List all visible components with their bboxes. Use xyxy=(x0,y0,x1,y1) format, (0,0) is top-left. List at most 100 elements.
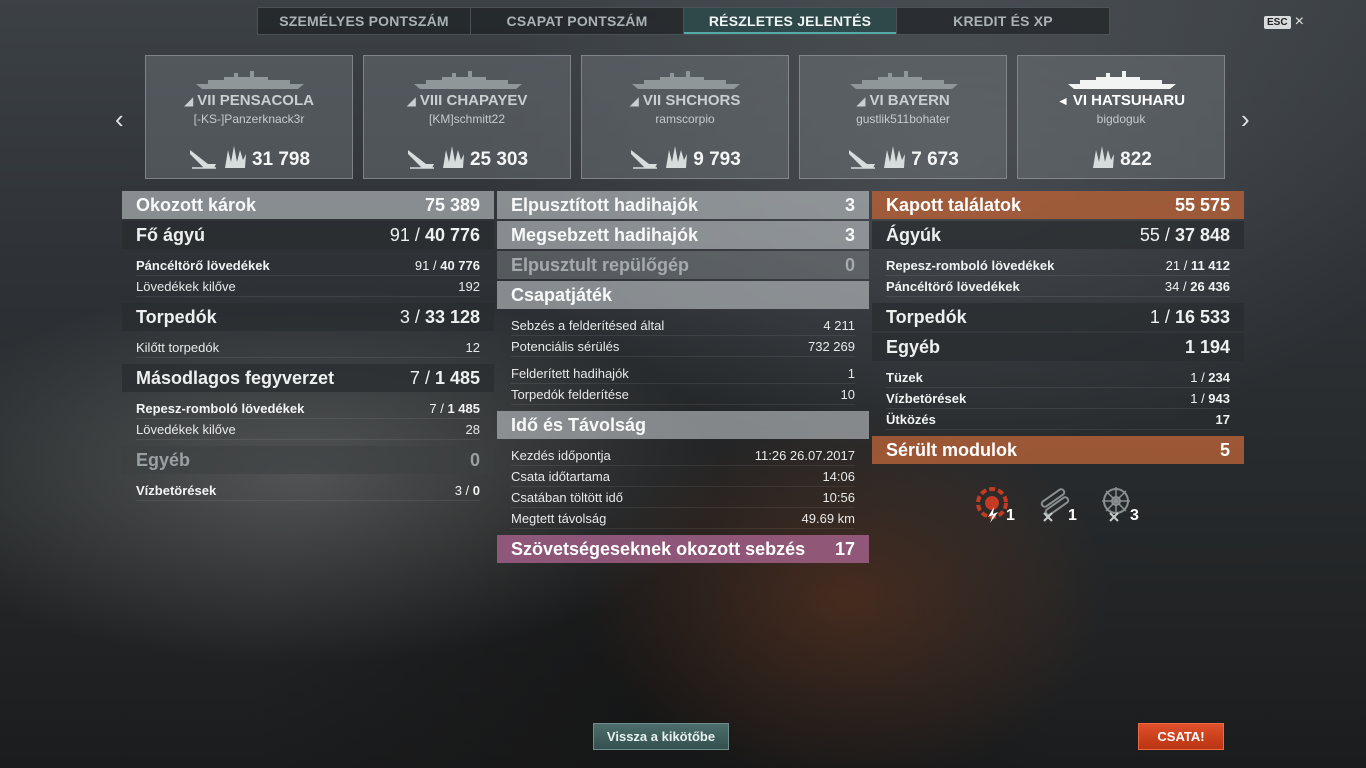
close-icon[interactable]: × xyxy=(1295,13,1304,31)
ship-destroyed-icon xyxy=(847,144,877,175)
ship-card[interactable]: ◢ VII PENSACOLA [-KS-]Panzerknack3r 31 798 xyxy=(145,55,353,179)
ship-silhouette-icon xyxy=(412,68,524,90)
tab-credits-xp[interactable]: KREDIT ÉS XP xyxy=(897,8,1109,34)
hits-received-value: 55 575 xyxy=(1174,194,1230,215)
damage-icon xyxy=(663,144,689,175)
damage-icon xyxy=(881,144,907,175)
other-received-header: Egyéb 1 194 xyxy=(872,333,1244,361)
tab-personal-score[interactable]: SZEMÉLYES PONTSZÁM xyxy=(258,8,471,34)
prev-arrow-icon[interactable]: ‹ xyxy=(115,104,124,135)
ship-destroyed-icon xyxy=(629,144,659,175)
player-name: bigdoguk xyxy=(1096,112,1146,126)
other-value: 0 xyxy=(469,449,480,470)
ship-class-icon: ◢ xyxy=(406,94,416,108)
damage-icon xyxy=(1090,144,1116,175)
secondary-label: Másodlagos fegyverzet xyxy=(136,367,335,388)
ship-card[interactable]: ◢ VIII CHAPAYEV [KM]schmitt22 25 303 xyxy=(363,55,571,179)
damage-row: 822 xyxy=(1018,144,1224,175)
ship-name: ◢ VIII CHAPAYEV xyxy=(364,92,570,109)
damage-value: 7 673 xyxy=(911,148,959,170)
ship-card[interactable]: ◢ VII SHCHORS ramscorpio 9 793 xyxy=(581,55,789,179)
list-item: Repesz-romboló lövedékek 7 / 1 485 xyxy=(136,398,480,419)
ship-tier-name: VII PENSACOLA xyxy=(197,92,314,109)
list-item: Páncéltörő lövedékek 34 / 26 436 xyxy=(886,276,1230,297)
time-rows: Kezdés időpontja 11:26 26.07.2017 Csata i… xyxy=(497,441,869,535)
secondary-value: 7 / 1 485 xyxy=(409,367,480,388)
ship-tier-name: VI HATSUHARU xyxy=(1072,92,1186,109)
kills-panel: Elpusztított hadihajók 3 Megsebzett hadi… xyxy=(497,191,869,565)
list-item: Kezdés időpontja 11:26 26.07.2017 xyxy=(511,445,855,466)
ship-class-icon: ◢ xyxy=(856,94,866,108)
time-distance-header: Idő és Távolság xyxy=(497,411,869,439)
report-tabs: SZEMÉLYES PONTSZÁM CSAPAT PONTSZÁM RÉSZL… xyxy=(257,7,1110,35)
list-item: Csatában töltött idő 10:56 xyxy=(511,487,855,508)
torpedoes-received-header: Torpedók 1 / 16 533 xyxy=(872,303,1244,331)
next-arrow-icon[interactable]: › xyxy=(1241,104,1250,135)
list-item: Tüzek 1 / 234 xyxy=(886,367,1230,388)
list-item: Repesz-romboló lövedékek 21 / 11 412 xyxy=(886,255,1230,276)
torpedoes-label: Torpedók xyxy=(136,306,217,327)
list-item: Ütközés 17 xyxy=(886,409,1230,430)
main-battery-rows: Páncéltörő lövedékek 91 / 40 776 Lövedék… xyxy=(122,251,494,303)
torpedo-tube-count: 1 xyxy=(1068,507,1077,524)
damage-dealt-header: Okozott károk 75 389 xyxy=(122,191,494,219)
guns-value: 55 / 37 848 xyxy=(1139,224,1230,245)
ship-destroyed-icon xyxy=(406,144,436,175)
ship-silhouette-icon xyxy=(194,68,306,90)
damaged-modules-icons: 1 1 3 xyxy=(972,485,1139,525)
damage-row: 9 793 xyxy=(582,144,788,175)
close-button[interactable]: ESC × xyxy=(1264,13,1304,31)
teamwork-rows: Sebzés a felderítésed által 4 211 Potenci… xyxy=(497,311,869,411)
tab-detailed-report[interactable]: RÉSZLETES JELENTÉS xyxy=(684,8,897,34)
damage-icon xyxy=(440,144,466,175)
list-item: Vízbetörések 1 / 943 xyxy=(886,388,1230,409)
hits-received-header: Kapott találatok 55 575 xyxy=(872,191,1244,219)
ship-tier-name: VII SHCHORS xyxy=(642,92,741,109)
ship-name: ◢ VII PENSACOLA xyxy=(146,92,352,109)
steering-gear-icon: 3 xyxy=(1096,485,1139,525)
return-to-port-button[interactable]: Vissza a kikötőbe xyxy=(593,723,729,750)
damage-value: 822 xyxy=(1120,148,1152,170)
damaged-modules-value: 5 xyxy=(1219,439,1230,460)
main-battery-value: 91 / 40 776 xyxy=(389,224,480,245)
list-item: Vízbetörések 3 / 0 xyxy=(136,480,480,501)
damaged-ships-header: Megsebzett hadihajók 3 xyxy=(497,221,869,249)
list-item: Lövedékek kilőve 28 xyxy=(136,419,480,440)
player-name: ramscorpio xyxy=(655,112,715,126)
damage-received-panel: Kapott találatok 55 575 Ágyúk 55 / 37 84… xyxy=(872,191,1244,466)
torpedoes-header: Torpedók 3 / 33 128 xyxy=(122,303,494,331)
list-item: Csata időtartama 14:06 xyxy=(511,466,855,487)
ship-card[interactable]: ◢ VI BAYERN gustlik511bohater 7 673 xyxy=(799,55,1007,179)
torpedoes-received-label: Torpedók xyxy=(886,306,967,327)
esc-key-hint: ESC xyxy=(1264,15,1291,29)
list-item: Sebzés a felderítésed által 4 211 xyxy=(511,315,855,336)
other-header: Egyéb 0 xyxy=(122,446,494,474)
teamwork-label: Csapatjáték xyxy=(511,284,613,305)
tab-team-score[interactable]: CSAPAT PONTSZÁM xyxy=(471,8,684,34)
torpedoes-received-value: 1 / 16 533 xyxy=(1149,306,1230,327)
ship-card[interactable]: ◄ VI HATSUHARU bigdoguk 822 xyxy=(1017,55,1225,179)
damage-dealt-value: 75 389 xyxy=(424,194,480,215)
planes-destroyed-header: Elpusztult repülőgép 0 xyxy=(497,251,869,279)
ship-name: ◢ VII SHCHORS xyxy=(582,92,788,109)
damaged-ships-label: Megsebzett hadihajók xyxy=(511,224,699,245)
ship-class-icon: ◢ xyxy=(629,94,639,108)
player-name: gustlik511bohater xyxy=(856,112,950,126)
torpedoes-value: 3 / 33 128 xyxy=(399,306,480,327)
destroyed-ships-label: Elpusztított hadihajók xyxy=(511,194,698,215)
guns-label: Ágyúk xyxy=(886,224,942,245)
ship-class-icon: ◢ xyxy=(184,94,194,108)
ship-name: ◄ VI HATSUHARU xyxy=(1018,92,1224,109)
damage-dealt-panel: Okozott károk 75 389 Fő ágyú 91 / 40 776… xyxy=(122,191,494,507)
planes-destroyed-value: 0 xyxy=(844,254,855,275)
damaged-modules-label: Sérült modulok xyxy=(886,439,1018,460)
other-label: Egyéb xyxy=(136,449,191,470)
teamwork-header: Csapatjáték xyxy=(497,281,869,309)
other-received-label: Egyéb xyxy=(886,336,941,357)
ship-silhouette-icon xyxy=(848,68,960,90)
ship-destroyed-icon xyxy=(188,144,218,175)
hits-received-label: Kapott találatok xyxy=(886,194,1022,215)
list-item: Potenciális sérülés 732 269 xyxy=(511,336,855,357)
battle-button[interactable]: CSATA! xyxy=(1138,723,1224,750)
damaged-ships-value: 3 xyxy=(844,224,855,245)
